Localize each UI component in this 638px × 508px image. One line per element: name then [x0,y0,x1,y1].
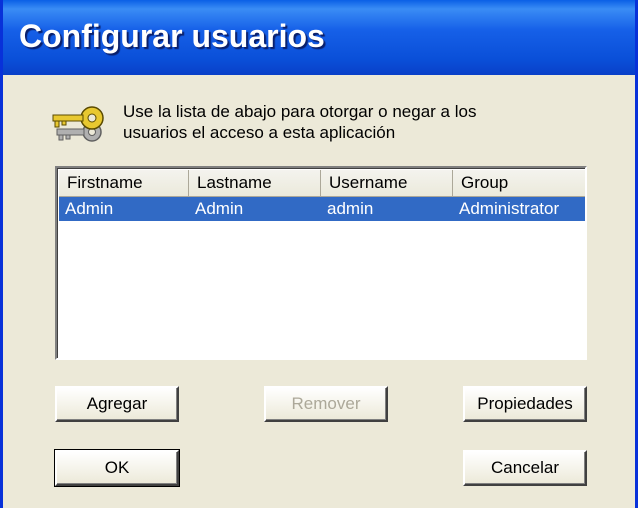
instructions-text: Use la lista de abajo para otorgar o neg… [123,101,543,143]
column-header-lastname[interactable]: Lastname [189,170,321,196]
ok-button[interactable]: OK [54,449,180,487]
cell-firstname: Admin [65,199,114,218]
cell-lastname: Admin [195,199,244,218]
keys-icon [51,102,109,155]
list-header: Firstname Lastname Username Group [59,170,585,197]
column-header-group[interactable]: Group [453,170,585,196]
window-title: Configurar usuarios [19,18,325,54]
add-button[interactable]: Agregar [55,386,179,422]
cancel-button[interactable]: Cancelar [463,450,587,486]
properties-button[interactable]: Propiedades [463,386,587,422]
instructions-line-2: usuarios el acceso a esta aplicación [123,123,396,142]
column-header-username[interactable]: Username [321,170,453,196]
title-bar[interactable]: Configurar usuarios [3,0,635,75]
column-header-firstname[interactable]: Firstname [59,170,189,196]
remove-button[interactable]: Remover [264,386,388,422]
dialog-window: Configurar usuarios Use la lista de abaj [0,0,638,508]
cell-username: admin [327,199,374,218]
users-list[interactable]: Firstname Lastname Username Group Admin … [55,166,587,360]
table-row[interactable]: Admin Admin admin Administrator [59,197,585,221]
cell-group: Administrator [459,199,560,218]
instructions-line-1: Use la lista de abajo para otorgar o neg… [123,102,477,121]
